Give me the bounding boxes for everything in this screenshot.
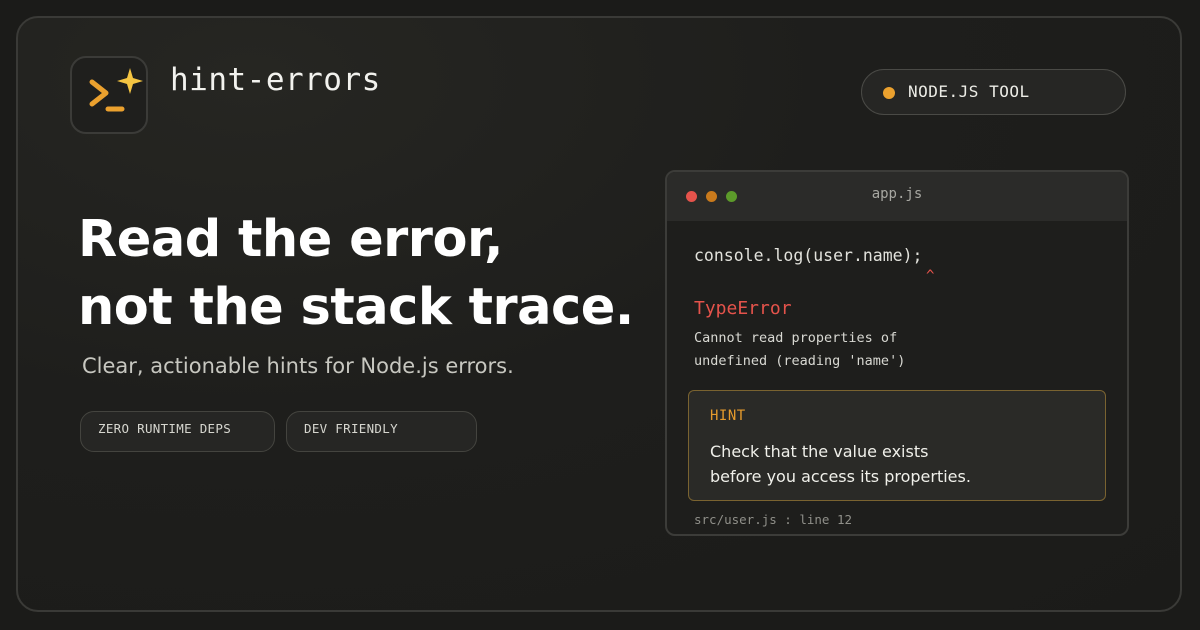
editor-titlebar: app.js — [667, 172, 1127, 221]
error-message: Cannot read properties of undefined (rea… — [694, 327, 905, 373]
hint-label: HINT — [710, 408, 746, 424]
headline-line-2: not the stack trace. — [78, 278, 634, 337]
headline-line-1: Read the error, — [78, 210, 504, 269]
code-editor-window: app.js console.log(user.name); ^ TypeErr… — [665, 170, 1129, 536]
headline: Read the error, not the stack trace. — [78, 206, 634, 342]
hint-text-line-1: Check that the value exists — [710, 442, 929, 461]
tag-dev-friendly: DEV FRIENDLY — [286, 411, 477, 452]
error-message-line-2: undefined (reading 'name') — [694, 353, 906, 369]
subtitle: Clear, actionable hints for Node.js erro… — [82, 354, 514, 378]
error-caret: ^ — [926, 268, 935, 284]
error-type: TypeError — [694, 298, 792, 319]
hint-box: HINT Check that the value exists before … — [688, 390, 1106, 501]
error-message-line-1: Cannot read properties of — [694, 330, 898, 346]
badge-label: NODE.JS TOOL — [908, 82, 1030, 101]
node-tool-badge: NODE.JS TOOL — [861, 69, 1126, 115]
brand-name: hint-errors — [170, 62, 381, 98]
error-location: src/user.js : line 12 — [694, 512, 853, 527]
hint-text: Check that the value exists before you a… — [710, 439, 971, 489]
hint-text-line-2: before you access its properties. — [710, 467, 971, 486]
terminal-sparkle-icon — [89, 68, 143, 112]
tag-zero-runtime-deps: ZERO RUNTIME DEPS — [80, 411, 275, 452]
status-dot-icon — [883, 87, 895, 99]
code-line: console.log(user.name); — [694, 246, 923, 265]
logo — [70, 56, 148, 134]
editor-filename: app.js — [871, 186, 923, 202]
